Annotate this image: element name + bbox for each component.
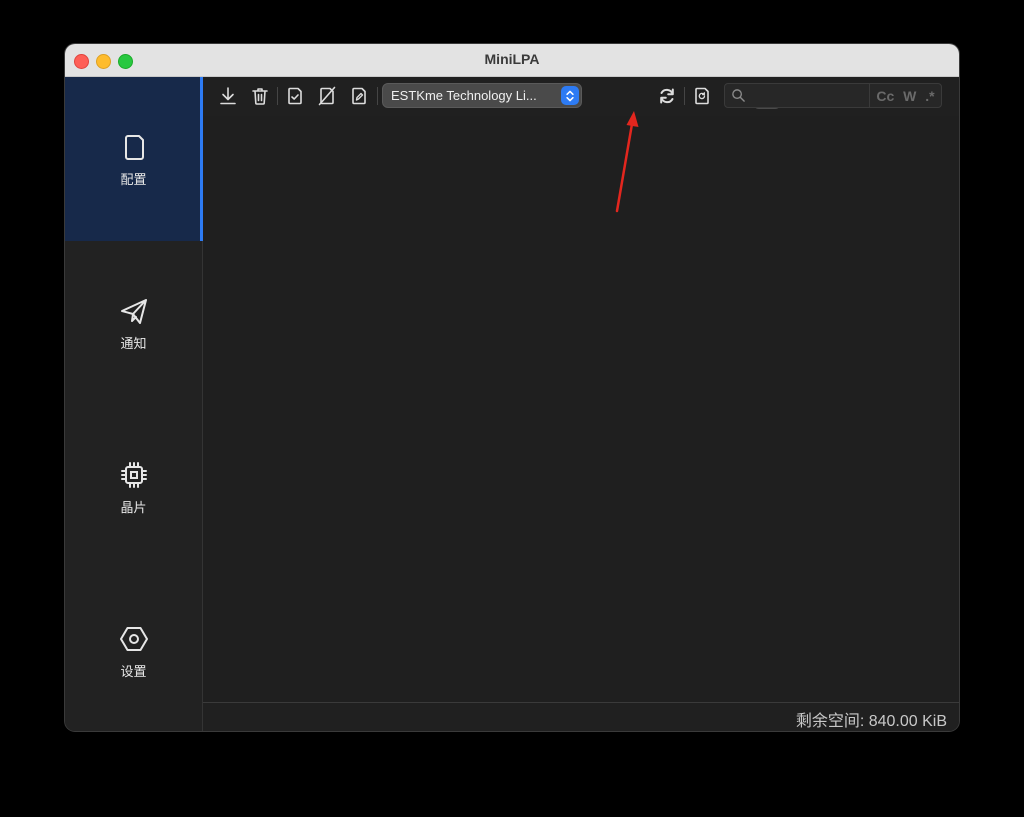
disable-profile-button[interactable]: [314, 83, 340, 109]
sim-disabled-icon: [318, 86, 336, 106]
hex-nut-icon: [119, 626, 148, 651]
search-icon: [732, 89, 745, 102]
sidebar-item-profiles[interactable]: 配置: [65, 77, 203, 241]
toolbar-divider: [377, 87, 378, 105]
search-input[interactable]: [751, 86, 873, 107]
free-space-label: 剩余空间: 840.00 KiB: [795, 713, 947, 730]
window-title: MiniLPA: [484, 51, 540, 67]
app-window: MiniLPA 配置 通知 晶片 设置 ESTKme Technology Li…: [65, 44, 959, 731]
search-box: Cc W .*: [724, 83, 942, 108]
refresh-icon: [660, 88, 674, 104]
chip-icon: [120, 461, 147, 488]
edit-profile-button[interactable]: [346, 83, 372, 109]
sim-check-icon: [288, 87, 302, 105]
profile-list-area: [203, 116, 959, 702]
sidebar-item-label: 设置: [120, 664, 147, 680]
enable-profile-button[interactable]: [282, 83, 308, 109]
sidebar-item-label: 通知: [120, 336, 147, 352]
sim-card-icon: [124, 134, 144, 160]
sim-edit-icon: [352, 87, 366, 105]
download-button[interactable]: [215, 83, 241, 109]
match-case-toggle[interactable]: Cc: [876, 88, 894, 104]
sidebar-item-label: 配置: [120, 172, 147, 188]
sim-refresh-icon: [695, 87, 709, 105]
toolbar: ESTKme Technology Li... Cc W .*: [203, 77, 959, 115]
chevron-up-down-icon: [561, 86, 579, 105]
search-options: Cc W .*: [869, 84, 941, 107]
regex-toggle[interactable]: .*: [925, 88, 934, 104]
whole-word-toggle[interactable]: W: [903, 88, 916, 104]
refresh-profiles-button[interactable]: [689, 83, 715, 109]
delete-button[interactable]: [247, 83, 273, 109]
sidebar-item-settings[interactable]: 设置: [65, 569, 202, 731]
trash-icon: [252, 88, 268, 105]
title-bar: MiniLPA: [65, 44, 959, 77]
status-bar: 剩余空间: 840.00 KiB: [203, 702, 959, 731]
sidebar: 配置 通知 晶片 设置: [65, 77, 203, 731]
sidebar-item-label: 晶片: [120, 500, 147, 516]
sidebar-item-chip[interactable]: 晶片: [65, 405, 202, 569]
paper-plane-icon: [120, 298, 147, 324]
toolbar-divider: [684, 87, 685, 105]
device-select[interactable]: ESTKme Technology Li...: [382, 83, 582, 108]
refresh-button[interactable]: [654, 83, 680, 109]
sidebar-item-notifications[interactable]: 通知: [65, 241, 202, 405]
toolbar-divider: [277, 87, 278, 105]
device-select-value: ESTKme Technology Li...: [391, 88, 537, 103]
download-icon: [220, 87, 236, 105]
